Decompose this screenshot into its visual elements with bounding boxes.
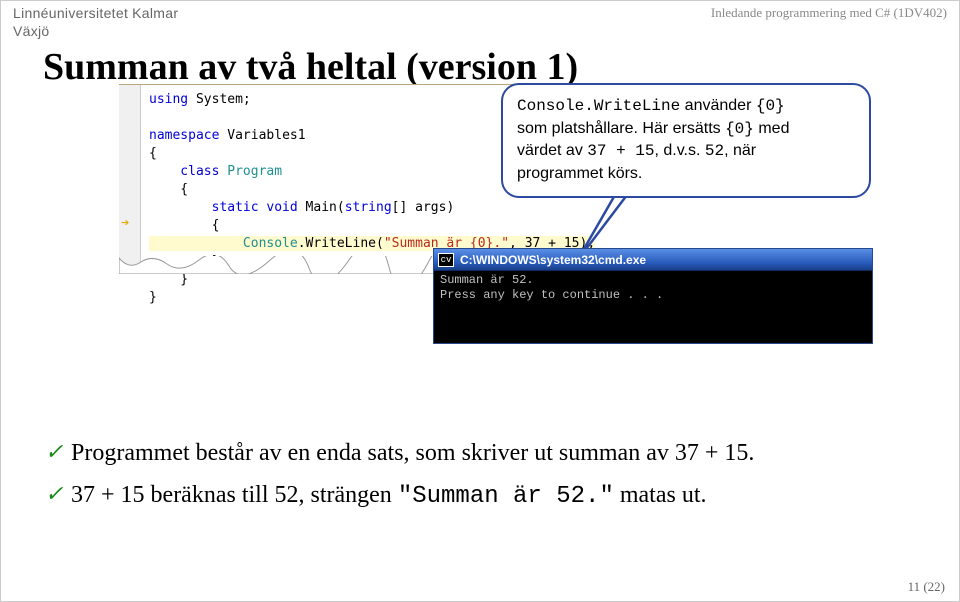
cmd-icon: cv bbox=[438, 253, 454, 267]
checkmark-icon: ✓ bbox=[45, 437, 63, 468]
code-panel: ➔ using System; namespace Variables1 { c… bbox=[119, 84, 549, 264]
page-number: 11 (22) bbox=[908, 579, 945, 595]
brand-block: Linnéuniversitetet Kalmar Växjö bbox=[13, 5, 178, 41]
bullet-2: ✓ 37 + 15 beräknas till 52, strängen "Su… bbox=[45, 479, 915, 514]
bullet-1: ✓ Programmet består av en enda sats, som… bbox=[45, 437, 915, 471]
brand-name: Linnéuniversitetet bbox=[13, 5, 128, 21]
console-titlebar: cv C:\WINDOWS\system32\cmd.exe bbox=[434, 249, 872, 271]
code-gutter: ➔ bbox=[119, 85, 141, 264]
console-output: Summan är 52. Press any key to continue … bbox=[434, 271, 872, 305]
console-window: cv C:\WINDOWS\system32\cmd.exe Summan är… bbox=[433, 248, 873, 344]
bullet-list: ✓ Programmet består av en enda sats, som… bbox=[45, 437, 915, 521]
explanation-callout: Console.WriteLine använder {0} som plats… bbox=[501, 83, 871, 198]
course-label: Inledande programmering med C# (1DV402) bbox=[711, 5, 947, 21]
page-title: Summan av två heltal (version 1) bbox=[1, 41, 959, 89]
callout-code: Console.WriteLine bbox=[517, 97, 680, 115]
header: Linnéuniversitetet Kalmar Växjö Inledand… bbox=[1, 1, 959, 41]
execution-arrow-icon: ➔ bbox=[121, 215, 129, 233]
checkmark-icon: ✓ bbox=[45, 479, 63, 510]
console-title: C:\WINDOWS\system32\cmd.exe bbox=[460, 253, 646, 267]
